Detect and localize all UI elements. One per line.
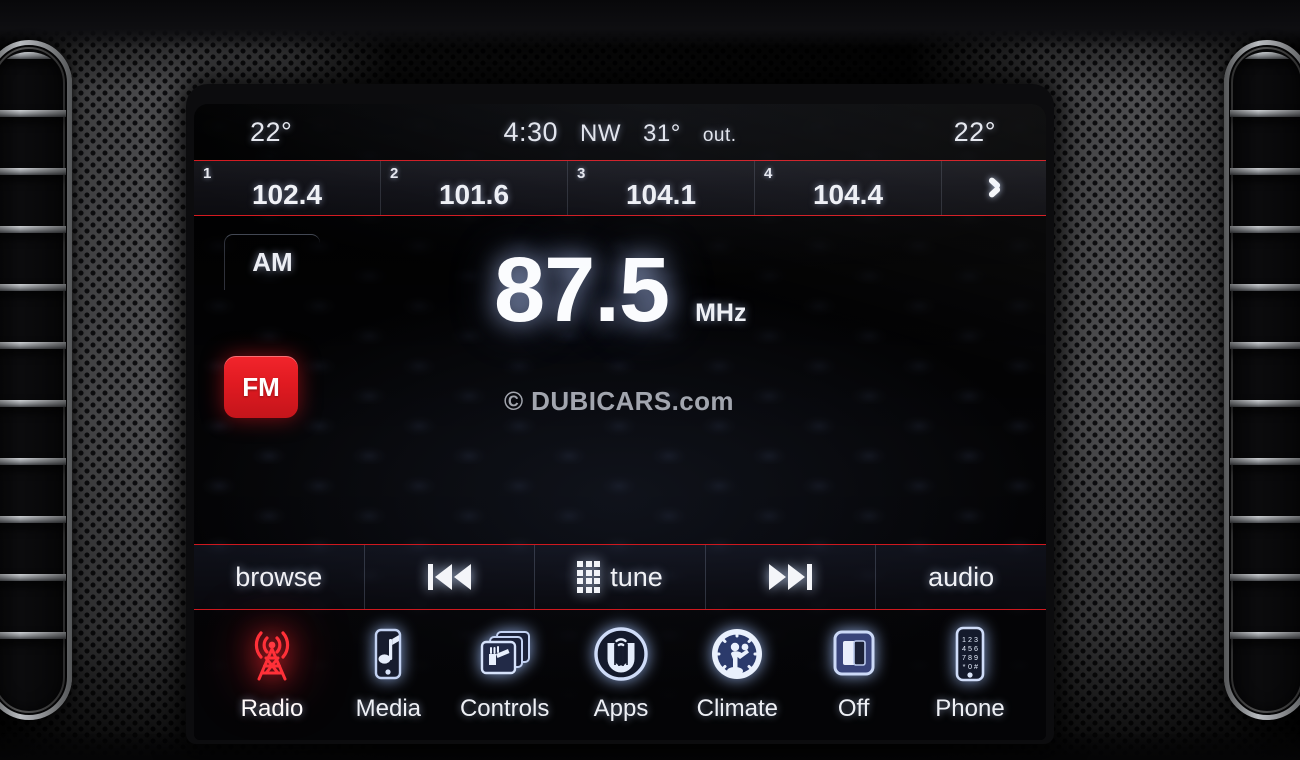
outside-temp: 31°: [643, 119, 681, 147]
band-am-button[interactable]: AM: [224, 234, 320, 290]
preset-number: 1: [203, 165, 212, 182]
svg-text:7: 7: [962, 653, 966, 662]
svg-text:1: 1: [962, 635, 966, 644]
nav-label-media: Media: [355, 695, 422, 722]
radio-tower-icon: [241, 618, 303, 690]
status-bar: 22° 4:30 NW 31° out. 22°: [194, 104, 1046, 160]
dash-top-shadow: [0, 0, 1300, 48]
clock: 4:30: [503, 116, 559, 147]
svg-text:8: 8: [968, 653, 972, 662]
preset-button-3[interactable]: 3 104.1: [568, 161, 755, 215]
audio-label: audio: [928, 561, 995, 592]
nav-item-off[interactable]: Off: [802, 618, 906, 723]
preset-frequency: 102.4: [251, 179, 323, 210]
svg-text:5: 5: [968, 644, 972, 653]
frequency-value: 87.5: [494, 239, 670, 341]
nav-item-phone[interactable]: 123 456 789 * 0 # Phone: [918, 618, 1022, 723]
preset-frequency: 104.1: [625, 179, 697, 210]
next-track-button[interactable]: [706, 545, 877, 609]
climate-person-icon: [706, 618, 768, 690]
nav-item-media[interactable]: Media: [336, 618, 440, 723]
svg-text:*: *: [963, 662, 966, 671]
browse-label: browse: [235, 561, 323, 592]
next-track-icon: [769, 564, 813, 590]
compass-direction: NW: [580, 119, 622, 147]
browse-button[interactable]: browse: [194, 545, 365, 609]
head-unit-bezel: 22° 4:30 NW 31° out. 22° 1 102.4 2 101.6 3 10…: [186, 84, 1054, 744]
svg-text:9: 9: [974, 653, 978, 662]
nav-label-apps: Apps: [593, 695, 649, 722]
tune-button[interactable]: tune: [535, 545, 706, 609]
nav-label-controls: Controls: [459, 695, 550, 722]
nav-item-controls[interactable]: Controls: [453, 618, 557, 723]
air-vent-right: [1224, 40, 1300, 720]
preset-frequency: 104.4: [812, 179, 884, 210]
nav-item-radio[interactable]: Radio: [220, 618, 324, 723]
screen-off-icon: [823, 618, 885, 690]
media-phone-note-icon: [357, 618, 419, 690]
preset-next-button[interactable]: [942, 161, 1046, 215]
preset-button-1[interactable]: 1 102.4: [194, 161, 381, 215]
svg-text:2: 2: [968, 635, 972, 644]
audio-button[interactable]: audio: [876, 545, 1046, 609]
frequency-display: 87.5 MHz: [494, 238, 1014, 378]
preset-frequency: 101.6: [438, 179, 510, 210]
watermark: © DUBICARS.com: [504, 386, 734, 416]
preset-number: 2: [390, 165, 399, 182]
air-vent-left: [0, 40, 72, 720]
frequency-unit: MHz: [695, 299, 747, 327]
infotainment-screen: 22° 4:30 NW 31° out. 22° 1 102.4 2 101.6 3 10…: [194, 104, 1046, 740]
chevron-right-icon: [986, 174, 1002, 202]
svg-text:3: 3: [974, 635, 978, 644]
svg-text:4: 4: [962, 644, 966, 653]
nav-item-apps[interactable]: Apps: [569, 618, 673, 723]
control-strip: browse tune audio: [194, 544, 1046, 610]
preset-button-4[interactable]: 4 104.4: [755, 161, 942, 215]
cabin-temp-right: 22°: [953, 116, 996, 147]
preset-number: 3: [577, 165, 586, 182]
nav-label-off: Off: [837, 695, 870, 722]
svg-text:0: 0: [968, 662, 972, 671]
status-center-group: 4:30 NW 31° out.: [194, 117, 1046, 148]
preset-bar: 1 102.4 2 101.6 3 104.1 4 104.4: [194, 160, 1046, 216]
svg-text:6: 6: [974, 644, 978, 653]
phone-keypad-icon: 123 456 789 * 0 #: [939, 618, 1001, 690]
prev-track-icon: [427, 564, 471, 590]
nav-label-radio: Radio: [240, 695, 304, 722]
prev-track-button[interactable]: [365, 545, 536, 609]
bottom-nav-bar: Radio Media Controls Apps Climate Off 1 …: [194, 610, 1046, 740]
nav-label-phone: Phone: [935, 695, 1005, 722]
nav-item-climate[interactable]: Climate: [685, 618, 789, 723]
preset-button-2[interactable]: 2 101.6: [381, 161, 568, 215]
band-selector: AM FM: [224, 234, 324, 418]
outside-temp-label: out.: [702, 124, 737, 146]
nav-label-climate: Climate: [696, 695, 778, 722]
tune-label: tune: [610, 561, 663, 592]
preset-number: 4: [764, 165, 773, 182]
svg-text:#: #: [974, 662, 978, 671]
keypad-icon: [577, 561, 601, 593]
controls-cards-icon: [472, 618, 538, 690]
uconnect-apps-icon: [590, 618, 652, 690]
band-fm-button[interactable]: FM: [224, 356, 298, 418]
